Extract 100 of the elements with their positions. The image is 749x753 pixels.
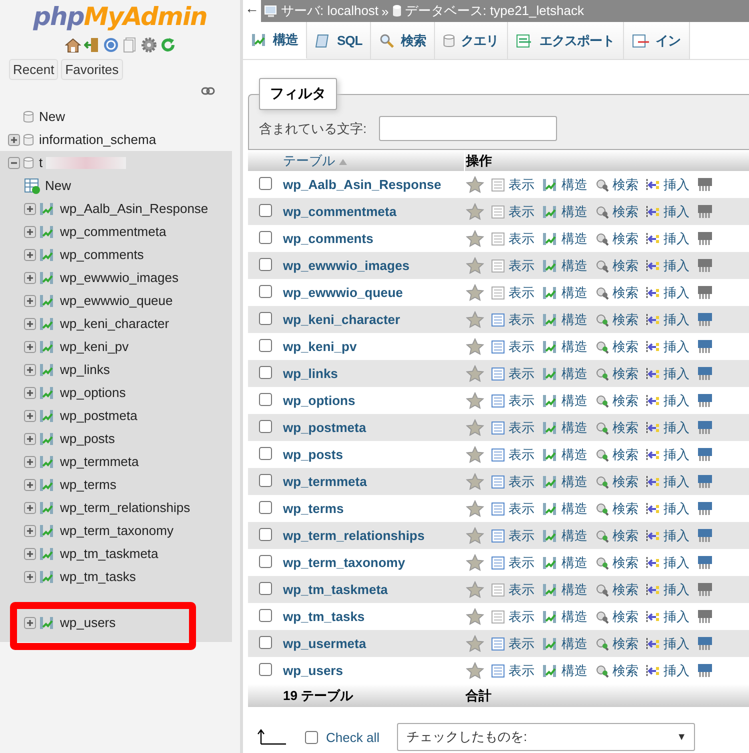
action-link[interactable]: 構造	[542, 662, 588, 680]
action-link[interactable]: 表示	[490, 472, 534, 490]
action-link[interactable]: 挿入	[646, 392, 690, 410]
tab[interactable]: エクスポート	[508, 22, 624, 59]
table-name-link[interactable]: wp_keni_pv	[282, 333, 464, 360]
action-link[interactable]: 検索	[594, 554, 638, 572]
empty-table-icon[interactable]	[696, 204, 712, 219]
empty-table-icon[interactable]	[696, 501, 712, 516]
row-checkbox[interactable]	[258, 446, 272, 460]
table-name-link[interactable]: wp_posts	[282, 441, 464, 468]
action-link[interactable]: 表示	[490, 662, 534, 680]
table-link[interactable]: wp_postmeta	[60, 408, 138, 423]
empty-table-icon[interactable]	[696, 393, 712, 408]
bulk-action-select[interactable]: チェックしたものを: ▼	[397, 723, 696, 751]
action-link[interactable]: 表示	[490, 310, 534, 328]
empty-table-icon[interactable]	[696, 582, 712, 597]
table-name-link[interactable]: wp_term_relationships	[282, 522, 464, 549]
action-link[interactable]: 検索	[594, 580, 638, 598]
expand-icon[interactable]	[24, 524, 36, 536]
action-link[interactable]: 検索	[594, 364, 638, 382]
row-checkbox[interactable]	[258, 582, 272, 594]
row-checkbox[interactable]	[258, 392, 272, 406]
table-name-link[interactable]: wp_comments	[282, 225, 464, 252]
star-icon[interactable]	[466, 392, 484, 409]
table-name-link[interactable]: wp_tm_taskmeta	[282, 576, 464, 603]
action-link[interactable]: 挿入	[646, 634, 690, 652]
table-name-link[interactable]: wp_ewwwio_queue	[282, 279, 464, 306]
link-icon[interactable]	[201, 87, 215, 95]
table-link[interactable]: wp_links	[60, 362, 110, 377]
star-icon[interactable]	[466, 203, 484, 220]
table-link[interactable]: wp_term_taxonomy	[60, 523, 174, 538]
action-link[interactable]: 構造	[542, 554, 588, 572]
expand-icon[interactable]	[24, 226, 36, 238]
action-link[interactable]: 表示	[490, 418, 534, 436]
expand-icon[interactable]	[24, 248, 36, 260]
action-link[interactable]: 検索	[594, 392, 638, 410]
row-checkbox[interactable]	[258, 662, 272, 676]
table-name-link[interactable]: wp_Aalb_Asin_Response	[282, 171, 464, 198]
expand-icon[interactable]	[24, 272, 36, 284]
table-link[interactable]: wp_Aalb_Asin_Response	[60, 201, 208, 216]
table-link[interactable]: wp_terms	[60, 477, 116, 492]
expand-icon[interactable]	[24, 364, 36, 376]
action-link[interactable]: 挿入	[646, 554, 690, 572]
action-link[interactable]: 構造	[542, 446, 588, 464]
action-link[interactable]: 表示	[490, 256, 534, 274]
table-name-link[interactable]: wp_termmeta	[282, 468, 464, 495]
action-link[interactable]: 挿入	[646, 364, 690, 382]
star-icon[interactable]	[466, 257, 484, 274]
empty-table-icon[interactable]	[696, 528, 712, 543]
action-link[interactable]: 挿入	[646, 608, 690, 626]
action-link[interactable]: 表示	[490, 526, 534, 544]
action-link[interactable]: 検索	[594, 446, 638, 464]
column-header[interactable]: テーブル	[282, 150, 464, 171]
expand-icon[interactable]	[24, 570, 36, 582]
action-link[interactable]: 表示	[490, 230, 534, 248]
action-link[interactable]: 検索	[594, 284, 638, 302]
action-link[interactable]: 構造	[542, 256, 588, 274]
empty-table-icon[interactable]	[696, 258, 712, 273]
table-link[interactable]: wp_comments	[60, 247, 144, 262]
star-icon[interactable]	[466, 176, 484, 193]
empty-table-icon[interactable]	[696, 312, 712, 327]
row-checkbox[interactable]	[258, 608, 272, 622]
action-link[interactable]: 挿入	[646, 176, 690, 194]
star-icon[interactable]	[466, 338, 484, 355]
row-checkbox[interactable]	[258, 554, 272, 568]
empty-table-icon[interactable]	[696, 420, 712, 435]
row-checkbox[interactable]	[258, 366, 272, 378]
action-link[interactable]: 構造	[542, 364, 588, 382]
star-icon[interactable]	[466, 581, 484, 598]
table-name-link[interactable]: wp_term_taxonomy	[282, 549, 464, 576]
check-all-label[interactable]: Check all	[326, 730, 380, 744]
empty-table-icon[interactable]	[696, 447, 712, 462]
table-name-link[interactable]: wp_postmeta	[282, 414, 464, 441]
action-link[interactable]: 挿入	[646, 472, 690, 490]
expand-icon[interactable]	[24, 340, 36, 352]
row-checkbox[interactable]	[258, 528, 272, 540]
action-link[interactable]: 検索	[594, 634, 638, 652]
action-link[interactable]: 表示	[490, 554, 534, 572]
expand-icon[interactable]	[24, 548, 36, 560]
new-database-link[interactable]: New	[39, 109, 66, 124]
action-link[interactable]: 検索	[594, 230, 638, 248]
action-link[interactable]: 検索	[594, 500, 638, 518]
action-link[interactable]: 検索	[594, 176, 638, 194]
empty-table-icon[interactable]	[696, 636, 712, 651]
action-link[interactable]: 挿入	[646, 500, 690, 518]
filter-field[interactable]	[378, 116, 557, 141]
action-link[interactable]: 挿入	[646, 662, 690, 680]
action-link[interactable]: 表示	[490, 176, 534, 194]
row-checkbox[interactable]	[258, 474, 272, 486]
empty-table-icon[interactable]	[696, 366, 712, 381]
table-name-link[interactable]: wp_links	[282, 360, 464, 387]
nav-button[interactable]: Favorites	[61, 59, 123, 80]
action-link[interactable]: 検索	[594, 662, 638, 680]
action-link[interactable]: 挿入	[646, 256, 690, 274]
logout-icon[interactable]	[84, 37, 100, 53]
empty-table-icon[interactable]	[696, 609, 712, 624]
logo[interactable]: phpMyAdmin	[0, 0, 240, 31]
table-link[interactable]: wp_keni_character	[60, 316, 170, 331]
table-link[interactable]: wp_options	[60, 385, 126, 400]
action-link[interactable]: 挿入	[646, 338, 690, 356]
